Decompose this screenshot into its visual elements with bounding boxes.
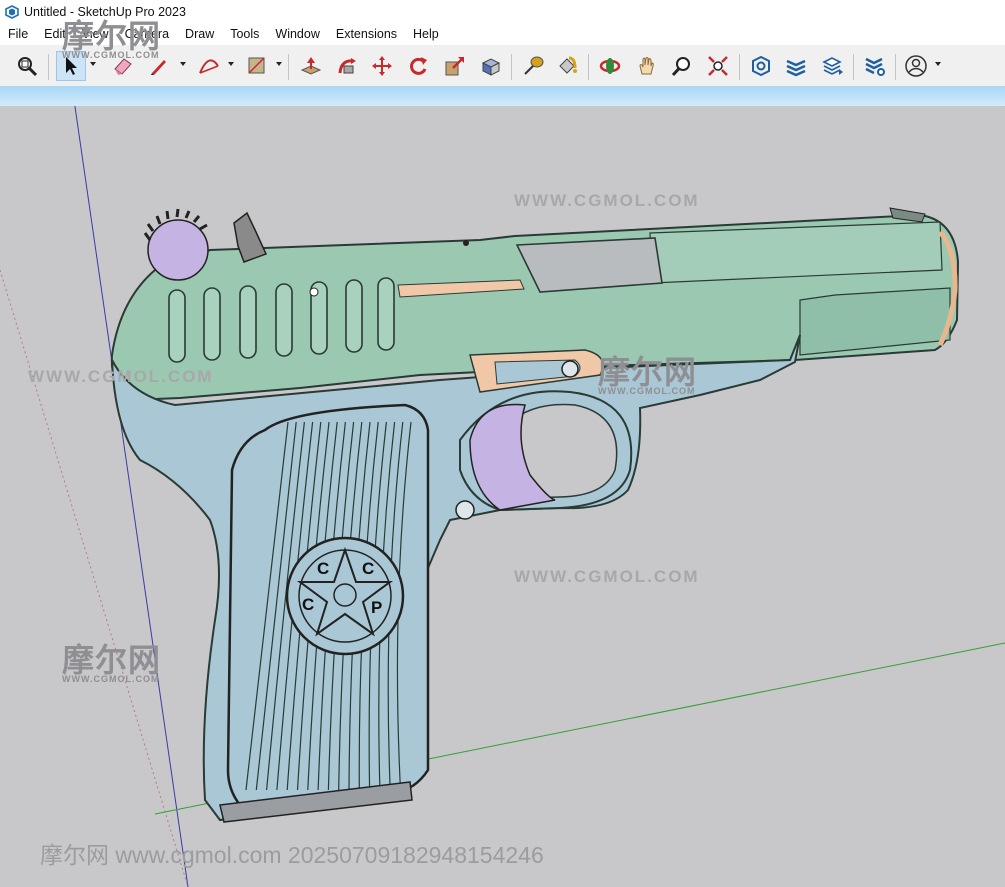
orbit-icon[interactable] (595, 51, 625, 81)
watermark-site: WWW.CGMOL.COM (28, 367, 214, 386)
menu-help[interactable]: Help (405, 27, 447, 41)
emblem-letter: C (302, 595, 314, 614)
account-icon[interactable] (901, 51, 931, 81)
emblem-letter: C (317, 559, 329, 578)
hammer (143, 208, 209, 281)
zoom-window-icon[interactable] (12, 51, 42, 81)
serration (239, 285, 257, 359)
serration (203, 287, 221, 361)
toolbar-separator (853, 54, 854, 80)
menu-tools[interactable]: Tools (222, 27, 267, 41)
slide-pin-front (463, 240, 469, 246)
footer-watermark: 摩尔网 www.cgmol.com 20250709182948154246 (40, 842, 544, 868)
rotate-icon[interactable] (403, 51, 433, 81)
tape-measure-icon[interactable] (518, 51, 548, 81)
shape-dropdown-arrow[interactable] (276, 62, 282, 66)
serration (345, 279, 363, 353)
sketchup-app-icon (5, 4, 19, 19)
scale-icon[interactable] (440, 51, 470, 81)
extension-warehouse-icon[interactable] (781, 51, 811, 81)
emblem-letter: P (371, 598, 382, 617)
zoom-icon[interactable] (667, 51, 697, 81)
emblem-letter: C (362, 559, 374, 578)
viewport-sky (0, 86, 1005, 106)
rectangle-icon[interactable] (242, 51, 272, 81)
3d-warehouse-icon[interactable] (746, 51, 776, 81)
arc-icon[interactable] (194, 51, 224, 81)
ejection-port (515, 237, 663, 293)
slide-pin (309, 287, 319, 297)
move-icon[interactable] (367, 51, 397, 81)
line-dropdown-arrow[interactable] (180, 62, 186, 66)
arc-dropdown-arrow[interactable] (228, 62, 234, 66)
toolbar-separator (588, 54, 589, 80)
offset-icon[interactable] (476, 51, 506, 81)
push-pull-icon[interactable] (296, 51, 326, 81)
paint-bucket-icon[interactable] (552, 51, 582, 81)
model-viewport[interactable]: C C C P WWW.CGMOL.COM WWW.CGMOL.COM WWW.… (0, 20, 1005, 887)
toolbar-separator (739, 54, 740, 80)
account-dropdown-arrow[interactable] (935, 62, 941, 66)
menu-draw[interactable]: Draw (177, 27, 222, 41)
hammer-spur (147, 219, 209, 281)
watermark-site: WWW.CGMOL.COM (514, 191, 700, 210)
follow-me-icon[interactable] (332, 51, 362, 81)
toolbar-separator (511, 54, 512, 80)
toolbar-separator (288, 54, 289, 80)
zoom-extents-icon[interactable] (703, 51, 733, 81)
layout-icon[interactable] (818, 51, 848, 81)
window-title: Untitled - SketchUp Pro 2023 (24, 4, 186, 19)
serration (168, 289, 186, 363)
pan-hand-icon[interactable] (632, 51, 662, 81)
watermark-site: WWW.CGMOL.COM (514, 567, 700, 586)
serration (275, 283, 293, 357)
watermark-brand: 摩尔网 WWW.CGMOL.COM (62, 18, 162, 60)
pistol-model: C C C P (0, 106, 1005, 887)
slide-stop-pin (561, 360, 579, 378)
select-dropdown-arrow[interactable] (90, 62, 96, 66)
serration (377, 277, 395, 351)
watermark-brand: 摩尔网 WWW.CGMOL.COM (598, 354, 698, 396)
menu-window[interactable]: Window (267, 27, 327, 41)
frame-screw (455, 500, 475, 520)
menu-file[interactable]: File (0, 27, 36, 41)
toolbar-separator (48, 54, 49, 80)
watermark-brand: 摩尔网 WWW.CGMOL.COM (62, 642, 162, 684)
grip-emblem: C C C P (285, 536, 405, 656)
menu-extensions[interactable]: Extensions (328, 27, 405, 41)
toolbar-separator (895, 54, 896, 80)
extension-manager-icon[interactable] (860, 51, 890, 81)
